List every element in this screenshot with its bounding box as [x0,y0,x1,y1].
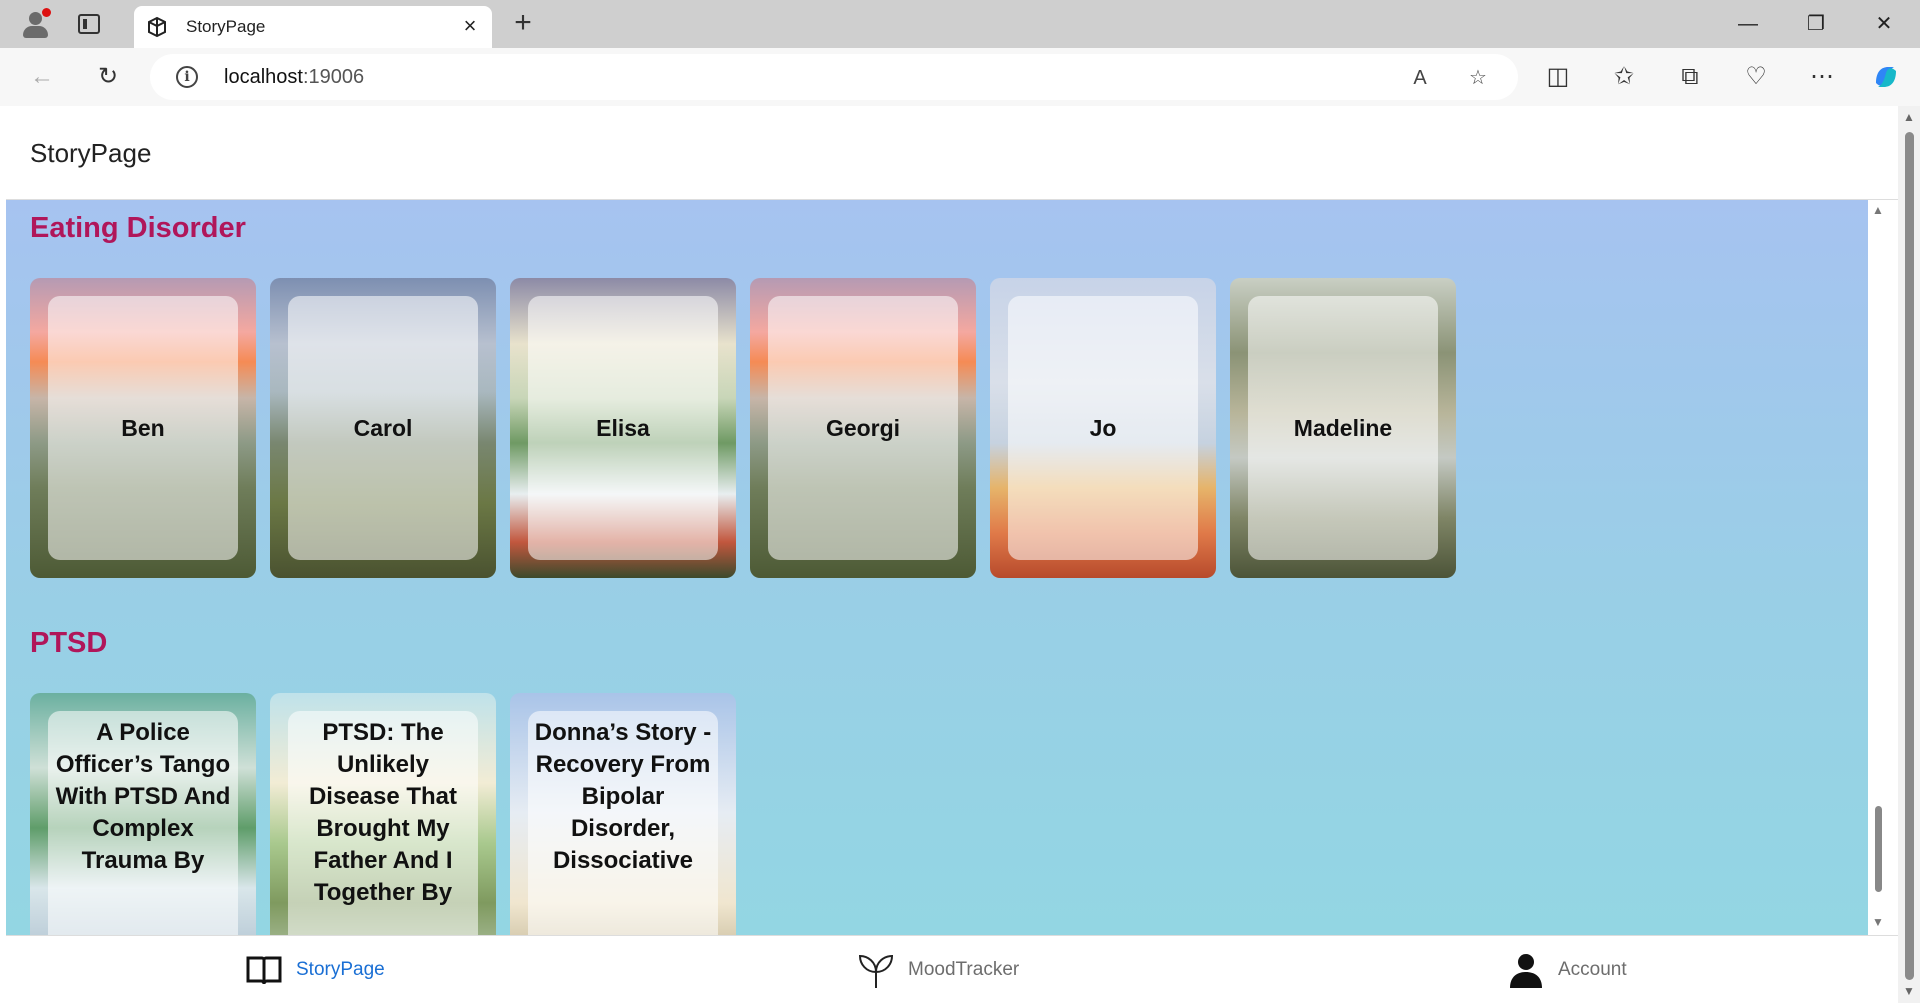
close-window-icon[interactable]: ✕ [1864,10,1904,38]
story-card-donna[interactable]: Donna’s Story - Recovery From Bipolar Di… [510,693,736,935]
minimize-icon[interactable]: — [1728,10,1768,38]
card-overlay: Madeline [1248,296,1438,560]
tab-title: StoryPage [186,17,266,36]
story-card-carol[interactable]: Carol [270,278,496,578]
favicon-icon [148,16,166,38]
page-scrollbar[interactable]: ▲ ▼ [1898,106,1920,1003]
person-icon [1510,954,1542,988]
section-title-ptsd: PTSD [30,627,108,659]
tab-actions-icon[interactable] [78,14,100,34]
card-name: A Police Officer’s Tango With PTSD And C… [55,719,231,874]
profile-icon[interactable] [18,6,52,40]
story-card-ptsd-unlikely-disease[interactable]: PTSD: The Unlikely Disease That Brought … [270,693,496,935]
copilot-icon[interactable] [1870,61,1902,93]
card-overlay: Elisa [528,296,718,560]
nav-label: Account [1558,959,1627,980]
new-tab-button[interactable]: + [508,8,538,39]
card-name: Donna’s Story - Recovery From Bipolar Di… [534,719,712,874]
card-overlay: Jo [1008,296,1198,560]
card-name: Carol [353,414,413,441]
address-bar[interactable]: i localhost:19006 A ☆ [150,54,1518,100]
more-icon[interactable]: ⋯ [1806,61,1838,93]
section-title-eating-disorder: Eating Disorder [30,212,246,244]
card-name: PTSD: The Unlikely Disease That Brought … [308,719,458,906]
nav-label: StoryPage [296,959,385,980]
page-scrollbar-thumb[interactable] [1905,132,1914,980]
card-name: Elisa [596,414,650,441]
card-name: Madeline [1293,414,1393,441]
split-screen-icon[interactable]: ◫ [1542,61,1574,93]
nav-label: MoodTracker [908,959,1020,980]
card-overlay: PTSD: The Unlikely Disease That Brought … [288,711,478,935]
story-card-jo[interactable]: Jo [990,278,1216,578]
card-name: Ben [121,414,165,441]
story-card-madeline[interactable]: Madeline [1230,278,1456,578]
card-overlay: Ben [48,296,238,560]
story-card-ben[interactable]: Ben [30,278,256,578]
sprout-icon [858,954,894,988]
nav-item-account[interactable]: Account [1506,950,1627,990]
site-info-icon[interactable]: i [176,66,198,88]
app-header: StoryPage [6,106,1898,200]
bottom-nav: StoryPage MoodTracker Account [6,935,1898,1003]
read-aloud-icon[interactable]: A [1406,64,1434,92]
story-card-elisa[interactable]: Elisa [510,278,736,578]
card-name: Georgi [825,414,901,441]
card-overlay: A Police Officer’s Tango With PTSD And C… [48,711,238,935]
collections-icon[interactable]: ⧉ [1674,61,1706,93]
nav-item-moodtracker[interactable]: MoodTracker [856,950,1019,990]
browser-essentials-icon[interactable]: ♡ [1740,61,1772,93]
card-overlay: Georgi [768,296,958,560]
app-title: StoryPage [30,138,152,168]
card-name: Jo [1089,414,1117,441]
restore-icon[interactable]: ❐ [1796,10,1836,38]
card-overlay: Donna’s Story - Recovery From Bipolar Di… [528,711,718,935]
browser-tab-bar: StoryPage × + — ❐ ✕ [0,0,1920,48]
favorite-star-icon[interactable]: ☆ [1464,64,1492,92]
story-card-police-officer[interactable]: A Police Officer’s Tango With PTSD And C… [30,693,256,935]
stories-content[interactable]: Eating Disorder Ben Carol Elisa Georgi J… [6,200,1868,935]
card-overlay: Carol [288,296,478,560]
content-scrollbar[interactable]: ▲ ▼ [1868,200,1888,935]
nav-item-storypage[interactable]: StoryPage [244,950,385,990]
close-tab-icon[interactable]: × [458,15,482,39]
scroll-up-arrow-icon[interactable]: ▲ [1872,204,1884,216]
favorites-icon[interactable]: ✩ [1608,61,1640,93]
browser-tab[interactable]: StoryPage × [134,6,492,48]
scrollbar-thumb[interactable] [1875,806,1882,892]
book-icon [246,956,282,985]
story-card-georgi[interactable]: Georgi [750,278,976,578]
back-icon[interactable]: ← [26,61,58,93]
page-viewport: StoryPage Eating Disorder Ben Carol Elis… [6,106,1898,1003]
scroll-down-arrow-icon[interactable]: ▼ [1872,916,1884,928]
page-scroll-down-icon[interactable]: ▼ [1903,984,1915,998]
refresh-icon[interactable]: ↻ [92,61,124,93]
page-scroll-up-icon[interactable]: ▲ [1903,110,1915,124]
url-text[interactable]: localhost:19006 [224,66,364,89]
browser-toolbar: ← ↻ i localhost:19006 A ☆ ◫ ✩ ⧉ ♡ ⋯ [0,48,1920,106]
